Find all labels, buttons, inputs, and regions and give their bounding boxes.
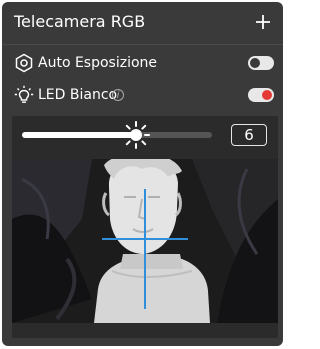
white-led-toggle[interactable] [248,88,274,102]
panel-header: Telecamera RGB [2,2,283,45]
camera-panel: Telecamera RGB Auto Esposizione LED Bian… [2,2,283,346]
bulb-icon [14,85,34,103]
brightness-slider-fill [22,132,136,138]
camera-feed [12,159,278,323]
panel-title: Telecamera RGB [14,12,146,31]
plus-icon [256,15,270,29]
white-led-label: LED Bianco [38,87,118,103]
brightness-value[interactable]: 6 [231,124,267,146]
brightness-slider[interactable] [22,121,212,149]
toggle-knob [250,58,260,68]
auto-exposure-row: Auto Esposizione [14,52,274,74]
info-icon[interactable]: i [112,89,124,101]
toggle-knob [262,90,272,100]
camera-preview-box: 6 [12,116,278,338]
add-button[interactable] [251,9,275,35]
sun-icon[interactable] [122,121,150,149]
white-led-row: LED Bianco i [14,84,274,106]
auto-exposure-label: Auto Esposizione [38,55,158,71]
auto-exposure-toggle[interactable] [248,56,274,70]
camera-feed-image [12,159,278,323]
aperture-icon [15,53,33,73]
